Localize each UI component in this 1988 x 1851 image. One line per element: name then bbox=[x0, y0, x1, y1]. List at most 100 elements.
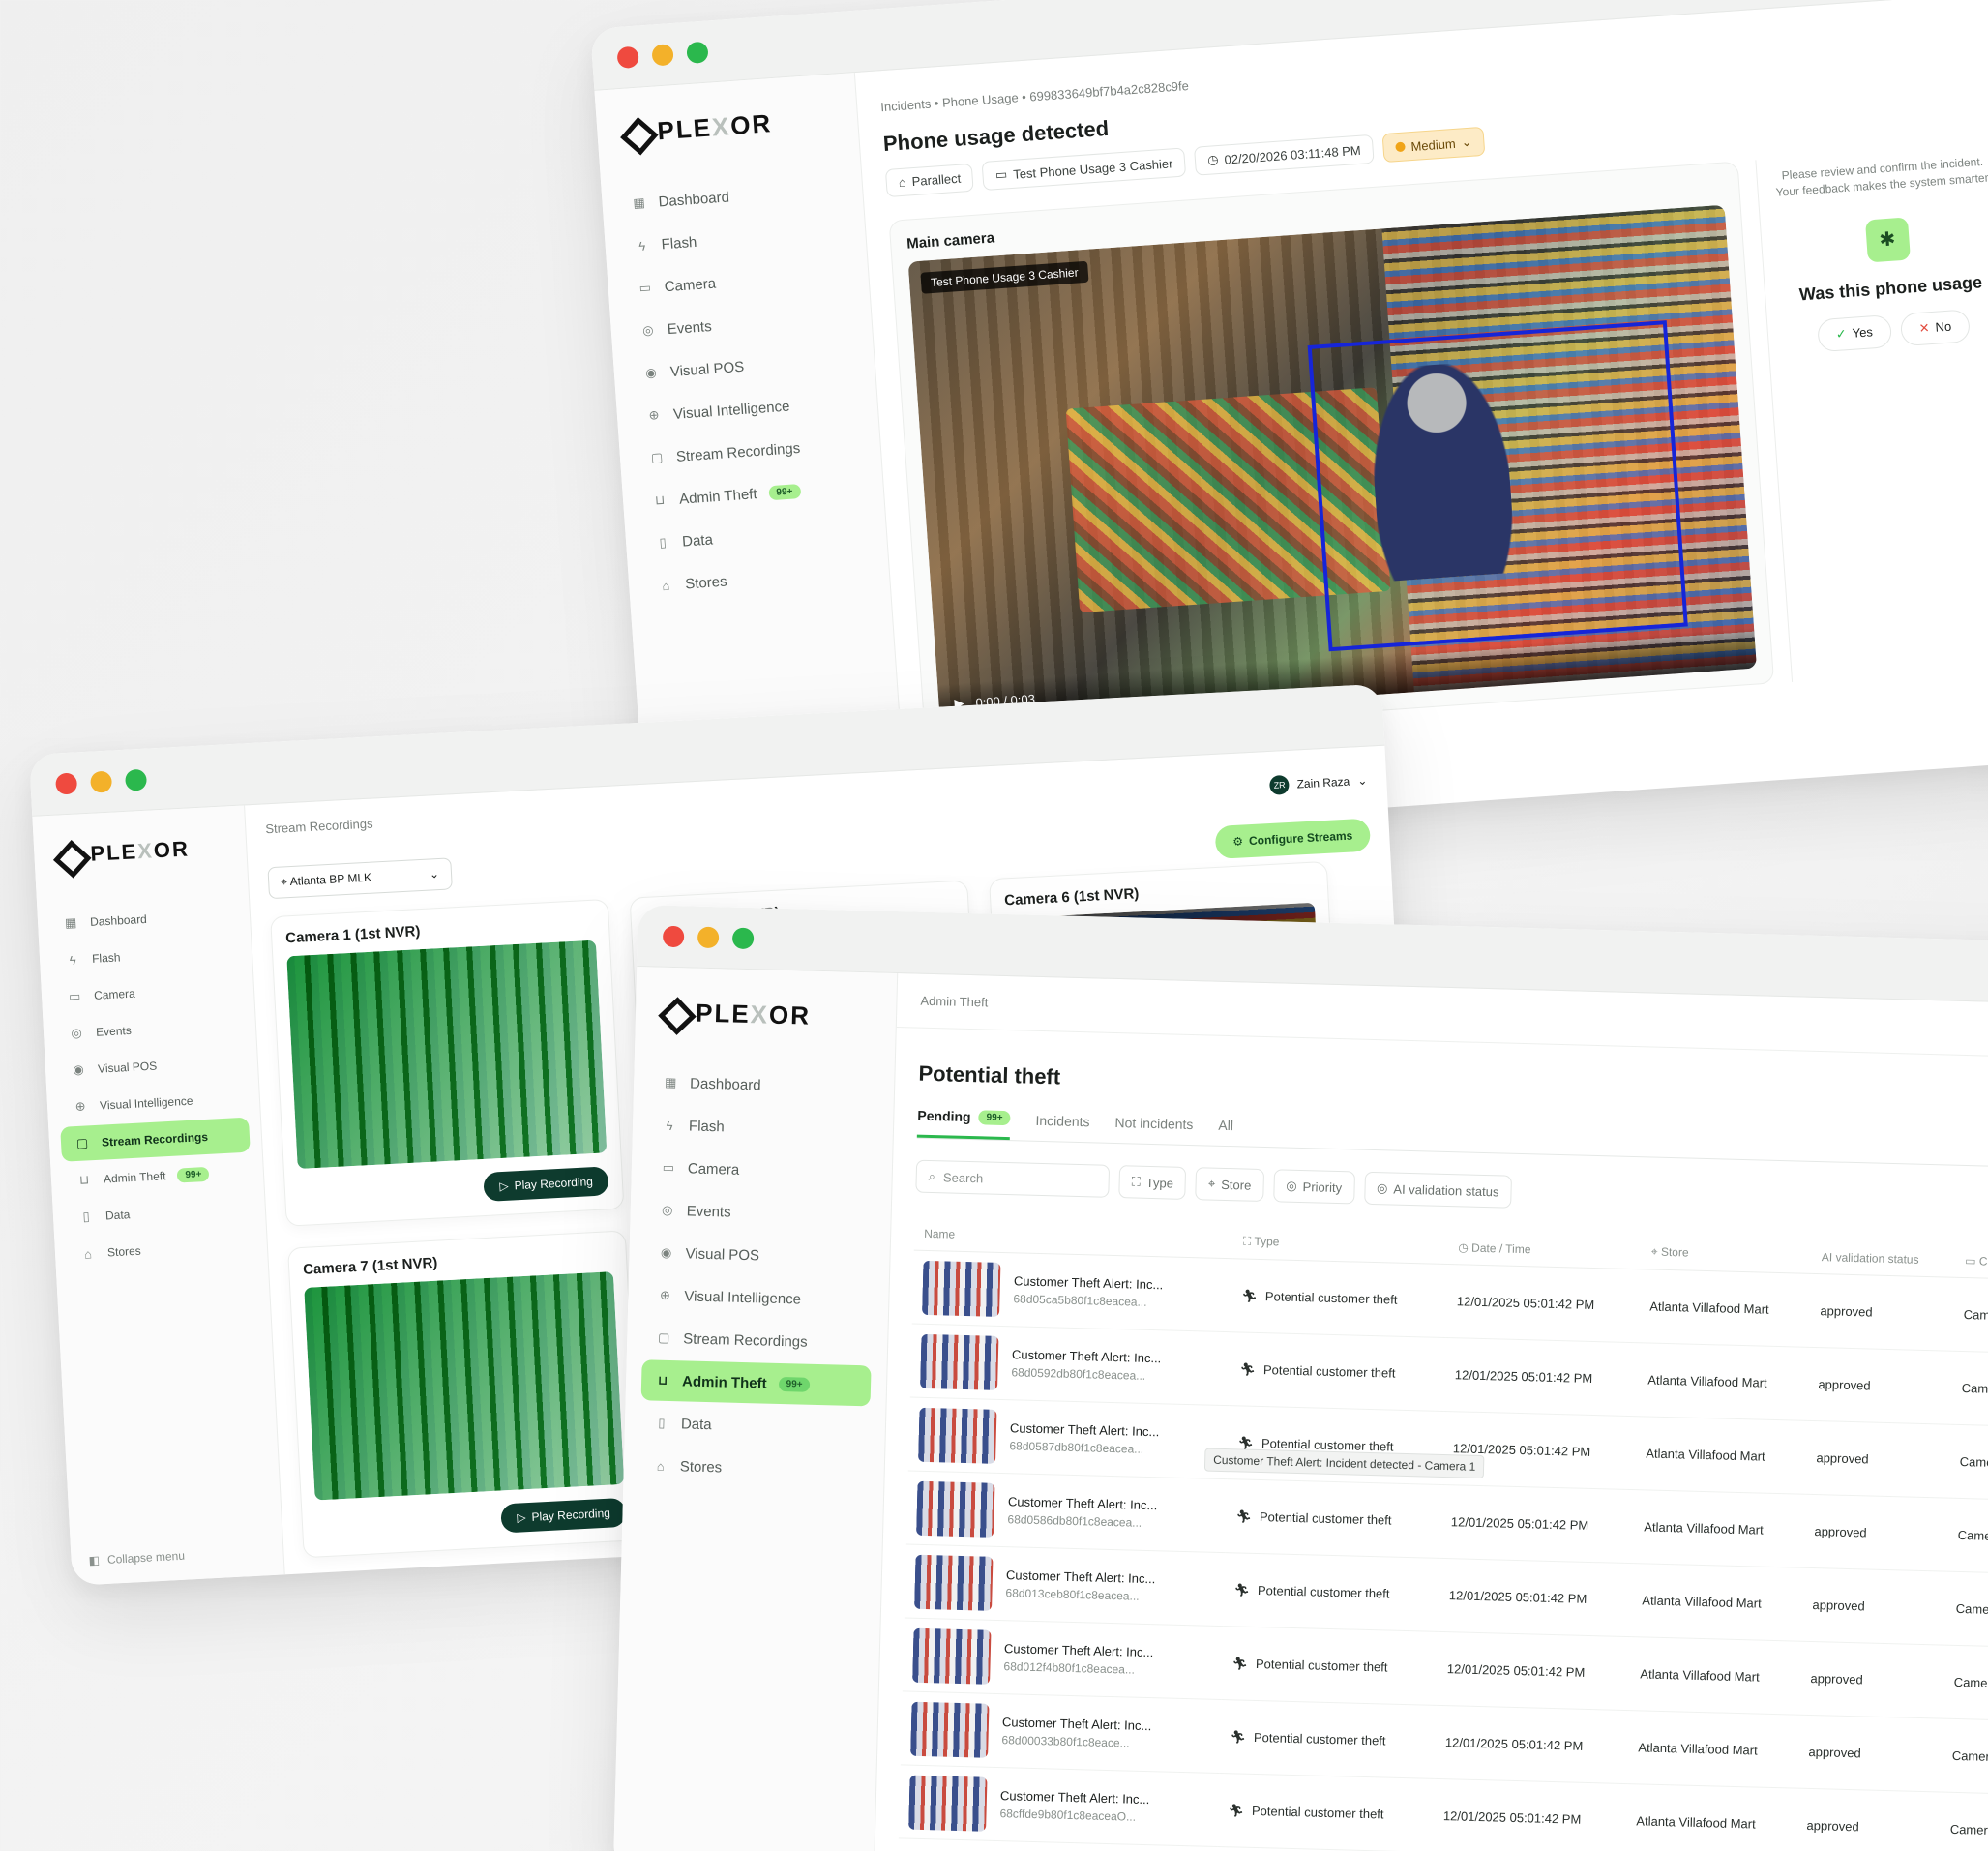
filter-bar: ⌕ Search ⛶ Type ⌖ Store ◎ Priority ◎ AI valid… bbox=[915, 1159, 1988, 1223]
tab-incidents[interactable]: Incidents bbox=[1035, 1111, 1090, 1142]
store-filter-button[interactable]: ⌖ Store bbox=[1195, 1167, 1264, 1203]
events-icon: ◎ bbox=[661, 1202, 673, 1218]
camera-icon: ▭ bbox=[68, 988, 81, 1004]
search-input[interactable]: ⌕ Search bbox=[915, 1159, 1111, 1198]
grid-icon: ▦ bbox=[632, 194, 646, 211]
sidebar-item-stream-recordings[interactable]: ▢ Stream Recordings bbox=[642, 1317, 873, 1363]
main-camera-card: Main camera Test Phone Usage 3 Cashier ▶… bbox=[888, 161, 1775, 743]
incident-type: Potential customer theft bbox=[1262, 1362, 1396, 1381]
camera-chip: ▭ Test Phone Usage 3 Cashier bbox=[981, 147, 1187, 192]
eye-icon: ◉ bbox=[644, 365, 658, 380]
confirm-no-button[interactable]: ✕ No bbox=[1899, 308, 1972, 346]
incident-type: Potential customer theft bbox=[1255, 1656, 1388, 1675]
ai-status-filter-button[interactable]: ◎ AI validation status bbox=[1363, 1171, 1512, 1209]
tab-all[interactable]: All bbox=[1218, 1116, 1233, 1146]
sidebar-item-admin-theft[interactable]: ⊔ Admin Theft 99+ bbox=[640, 1359, 872, 1407]
sidebar-item-stores[interactable]: ⌂ Stores bbox=[66, 1227, 256, 1271]
file-icon: ▯ bbox=[659, 534, 668, 551]
column-header-ai-status[interactable]: AI validation status bbox=[1811, 1239, 1956, 1278]
file-icon: ▯ bbox=[82, 1209, 91, 1224]
maximize-window-button[interactable] bbox=[686, 41, 709, 64]
phone-usage-icon: ✱ bbox=[1864, 217, 1911, 263]
sidebar-item-events[interactable]: ◎ Events bbox=[645, 1189, 875, 1236]
incident-type: Potential customer theft bbox=[1257, 1582, 1390, 1601]
running-person-icon: 🏃︎ bbox=[1230, 1728, 1247, 1745]
minimize-window-button[interactable] bbox=[697, 926, 720, 948]
events-icon: ◎ bbox=[641, 322, 655, 338]
brand-logo[interactable]: PLEXOR bbox=[650, 988, 880, 1040]
play-recording-button[interactable]: ▷ Play Recording bbox=[500, 1497, 627, 1534]
column-header-type[interactable]: ⛶ Type bbox=[1232, 1224, 1449, 1265]
brand-logo[interactable]: PLEXOR bbox=[45, 823, 235, 880]
confirm-yes-button[interactable]: ✓ Yes bbox=[1816, 313, 1892, 352]
incident-datetime: 12/01/2025 05:01:42 PM bbox=[1438, 1558, 1634, 1637]
bag-icon: ⊔ bbox=[654, 492, 666, 508]
brain-icon: ⊕ bbox=[659, 1287, 671, 1302]
maximize-window-button[interactable] bbox=[731, 927, 755, 949]
incident-id: 68d00033b80f1c8eace... bbox=[1001, 1733, 1130, 1750]
sidebar-item-data[interactable]: ▯ Data bbox=[639, 1402, 870, 1448]
incident-video[interactable]: Test Phone Usage 3 Cashier ▶ 0:00 / 0:03 bbox=[907, 204, 1758, 726]
bag-icon: ⊔ bbox=[78, 1172, 90, 1187]
incidents-table: Name ⛶ Type ◷ Date / Time ⌖ Store AI val… bbox=[898, 1215, 1988, 1851]
incident-store: Atlanta Villafood Mart bbox=[1625, 1783, 1798, 1851]
tab-not-incidents[interactable]: Not incidents bbox=[1114, 1113, 1194, 1145]
store-icon: ⌂ bbox=[661, 578, 670, 593]
severity-dropdown[interactable]: Medium ⌄ bbox=[1381, 126, 1486, 164]
location-pin-icon: ⌖ bbox=[1650, 1244, 1658, 1259]
ai-validation-status: approved bbox=[1801, 1567, 1947, 1646]
incident-thumbnail[interactable] bbox=[920, 1333, 999, 1390]
minimize-window-button[interactable] bbox=[89, 770, 113, 793]
incident-thumbnail[interactable] bbox=[910, 1701, 990, 1758]
incident-datetime: 12/01/2025 05:01:42 PM bbox=[1432, 1778, 1628, 1851]
running-person-icon: 🏃︎ bbox=[1239, 1360, 1257, 1377]
video-icon: ▢ bbox=[657, 1329, 670, 1345]
sidebar-item-dashboard[interactable]: ▦ Dashboard bbox=[649, 1061, 879, 1108]
close-window-button[interactable] bbox=[55, 771, 78, 795]
column-header-datetime[interactable]: ◷ Date / Time bbox=[1447, 1230, 1643, 1269]
sidebar-item-visual-intelligence[interactable]: ⊕ Visual Intelligence bbox=[643, 1274, 874, 1321]
column-header-camera[interactable]: ▭ Camera bbox=[1954, 1242, 1988, 1280]
user-menu[interactable]: ZR Zain Raza ⌄ bbox=[1269, 770, 1368, 795]
incident-thumbnail[interactable] bbox=[916, 1480, 995, 1538]
brand-logo[interactable]: PLEXOR bbox=[611, 95, 844, 157]
type-filter-button[interactable]: ⛶ Type bbox=[1118, 1165, 1187, 1200]
store-select[interactable]: ⌖ Atlanta BP MLK ⌄ bbox=[267, 857, 453, 900]
collapse-menu-button[interactable]: ◧ Collapse menu bbox=[88, 1549, 185, 1567]
running-person-icon: 🏃︎ bbox=[1228, 1802, 1245, 1818]
sidebar-item-visual-pos[interactable]: ◉ Visual POS bbox=[644, 1232, 875, 1278]
incident-thumbnail[interactable] bbox=[912, 1627, 992, 1685]
incident-type: Potential customer theft bbox=[1251, 1803, 1384, 1822]
incident-datetime: 12/01/2025 05:01:42 PM bbox=[1436, 1631, 1632, 1711]
incident-thumbnail[interactable] bbox=[914, 1554, 994, 1611]
admin-theft-main: Admin Theft Potential theft Pending 99+ I… bbox=[875, 973, 1988, 1851]
sidebar-item-camera[interactable]: ▭ Camera bbox=[646, 1147, 876, 1193]
incident-id: 68cffde9b80f1c8eaceaO... bbox=[999, 1806, 1137, 1824]
camera-feed[interactable] bbox=[286, 940, 608, 1170]
configure-streams-button[interactable]: ⚙ Configure Streams bbox=[1214, 818, 1372, 859]
store-chip: ⌂ Parallect bbox=[884, 163, 975, 197]
incident-type: Potential customer theft bbox=[1264, 1289, 1398, 1307]
column-header-store[interactable]: ⌖ Store bbox=[1641, 1235, 1813, 1274]
incident-thumbnail[interactable] bbox=[908, 1775, 988, 1832]
incident-thumbnail[interactable] bbox=[922, 1260, 1001, 1317]
incident-thumbnail[interactable] bbox=[918, 1407, 997, 1464]
running-person-icon: 🏃︎ bbox=[1235, 1508, 1253, 1524]
sidebar-item-flash[interactable]: ϟ Flash bbox=[648, 1104, 878, 1150]
tab-pending[interactable]: Pending 99+ bbox=[916, 1107, 1011, 1141]
priority-filter-button[interactable]: ◎ Priority bbox=[1272, 1169, 1355, 1205]
incident-title: Customer Theft Alert: Inc... bbox=[1013, 1273, 1164, 1293]
minimize-window-button[interactable] bbox=[651, 43, 674, 67]
sidebar-item-stores[interactable]: ⌂ Stores bbox=[638, 1445, 869, 1491]
store-icon: ⌂ bbox=[656, 1458, 665, 1474]
close-window-button[interactable] bbox=[616, 45, 639, 69]
ai-validation-status: approved bbox=[1809, 1273, 1955, 1352]
pending-badge: 99+ bbox=[978, 1109, 1011, 1125]
camera-tile: Camera 1 (1st NVR) ▷ Play Recording bbox=[270, 898, 625, 1227]
breadcrumb: Admin Theft bbox=[896, 993, 1988, 1060]
detection-bounding-box bbox=[1307, 320, 1689, 652]
camera-feed[interactable] bbox=[304, 1271, 625, 1501]
maximize-window-button[interactable] bbox=[124, 768, 148, 791]
close-window-button[interactable] bbox=[662, 925, 685, 947]
play-recording-button[interactable]: ▷ Play Recording bbox=[483, 1166, 609, 1202]
